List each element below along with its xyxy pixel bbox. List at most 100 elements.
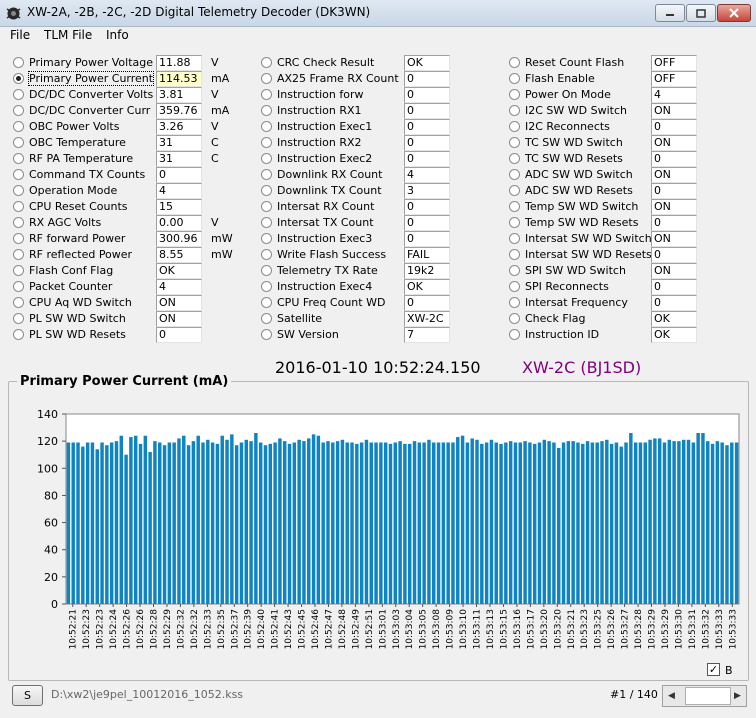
label-pl-sw-wd-switch[interactable]: PL SW WD Switch	[29, 312, 126, 325]
radio-primary-power-current[interactable]	[13, 73, 24, 84]
radio-instruction-id[interactable]	[509, 329, 520, 340]
radio-obc-temperature[interactable]	[13, 137, 24, 148]
label-instruction-exec1[interactable]: Instruction Exec1	[277, 120, 372, 133]
radio-i2c-sw-wd-switch[interactable]	[509, 105, 520, 116]
radio-obc-power-volts[interactable]	[13, 121, 24, 132]
label-i2c-sw-wd-switch[interactable]: I2C SW WD Switch	[525, 104, 627, 117]
radio-spi-sw-wd-switch[interactable]	[509, 265, 520, 276]
label-spi-sw-wd-switch[interactable]: SPI SW WD Switch	[525, 264, 626, 277]
label-obc-temperature[interactable]: OBC Temperature	[29, 136, 126, 149]
label-intersat-frequency[interactable]: Intersat Frequency	[525, 296, 628, 309]
radio-instruction-rx1[interactable]	[261, 105, 272, 116]
radio-check-flag[interactable]	[509, 313, 520, 324]
radio-command-tx-counts[interactable]	[13, 169, 24, 180]
radio-spi-reconnects[interactable]	[509, 281, 520, 292]
minimize-button[interactable]	[655, 4, 685, 22]
radio-cpu-reset-counts[interactable]	[13, 201, 24, 212]
radio-power-on-mode[interactable]	[509, 89, 520, 100]
label-primary-power-current[interactable]: Primary Power Current	[27, 71, 155, 86]
menu-info[interactable]: Info	[103, 28, 132, 42]
radio-pl-sw-wd-switch[interactable]	[13, 313, 24, 324]
menu-file[interactable]: File	[7, 28, 33, 42]
radio-instruction-forw[interactable]	[261, 89, 272, 100]
label-packet-counter[interactable]: Packet Counter	[29, 280, 112, 293]
label-temp-sw-wd-resets[interactable]: Temp SW WD Resets	[525, 216, 638, 229]
radio-downlink-rx-count[interactable]	[261, 169, 272, 180]
label-rf-pa-temperature[interactable]: RF PA Temperature	[29, 152, 133, 165]
label-instruction-rx1[interactable]: Instruction RX1	[277, 104, 362, 117]
radio-intersat-sw-wd-resets[interactable]	[509, 249, 520, 260]
radio-flash-conf-flag[interactable]	[13, 265, 24, 276]
label-sw-version[interactable]: SW Version	[277, 328, 339, 341]
radio-telemetry-tx-rate[interactable]	[261, 265, 272, 276]
radio-satellite[interactable]	[261, 313, 272, 324]
radio-instruction-exec1[interactable]	[261, 121, 272, 132]
radio-dc-dc-converter-curr[interactable]	[13, 105, 24, 116]
label-instruction-exec4[interactable]: Instruction Exec4	[277, 280, 372, 293]
label-adc-sw-wd-switch[interactable]: ADC SW WD Switch	[525, 168, 633, 181]
scroll-left-icon[interactable]: ◀	[663, 686, 680, 706]
radio-flash-enable[interactable]	[509, 73, 520, 84]
label-write-flash-success[interactable]: Write Flash Success	[277, 248, 386, 261]
label-crc-check-result[interactable]: CRC Check Result	[277, 56, 374, 69]
radio-adc-sw-wd-resets[interactable]	[509, 185, 520, 196]
label-ax25-frame-rx-count[interactable]: AX25 Frame RX Count	[277, 72, 399, 85]
label-rf-reflected-power[interactable]: RF reflected Power	[29, 248, 132, 261]
radio-downlink-tx-count[interactable]	[261, 185, 272, 196]
label-power-on-mode[interactable]: Power On Mode	[525, 88, 611, 101]
label-check-flag[interactable]: Check Flag	[525, 312, 585, 325]
radio-rf-forward-power[interactable]	[13, 233, 24, 244]
radio-cpu-freq-count-wd[interactable]	[261, 297, 272, 308]
radio-write-flash-success[interactable]	[261, 249, 272, 260]
label-temp-sw-wd-switch[interactable]: Temp SW WD Switch	[525, 200, 638, 213]
label-instruction-rx2[interactable]: Instruction RX2	[277, 136, 362, 149]
scroll-right-icon[interactable]: ▶	[729, 686, 746, 706]
label-rf-forward-power[interactable]: RF forward Power	[29, 232, 125, 245]
label-flash-conf-flag[interactable]: Flash Conf Flag	[29, 264, 113, 277]
label-rx-agc-volts[interactable]: RX AGC Volts	[29, 216, 101, 229]
radio-pl-sw-wd-resets[interactable]	[13, 329, 24, 340]
record-scrollbar[interactable]: ◀ ▶	[662, 685, 747, 707]
label-dc-dc-converter-volts[interactable]: DC/DC Converter Volts	[29, 88, 153, 101]
label-operation-mode[interactable]: Operation Mode	[29, 184, 117, 197]
label-reset-count-flash[interactable]: Reset Count Flash	[525, 56, 624, 69]
radio-crc-check-result[interactable]	[261, 57, 272, 68]
radio-ax25-frame-rx-count[interactable]	[261, 73, 272, 84]
radio-tc-sw-wd-resets[interactable]	[509, 153, 520, 164]
label-primary-power-voltage[interactable]: Primary Power Voltage	[29, 56, 153, 69]
radio-cpu-aq-wd-switch[interactable]	[13, 297, 24, 308]
label-tc-sw-wd-switch[interactable]: TC SW WD Switch	[525, 136, 623, 149]
label-cpu-reset-counts[interactable]: CPU Reset Counts	[29, 200, 127, 213]
label-obc-power-volts[interactable]: OBC Power Volts	[29, 120, 119, 133]
legend-checkbox[interactable]: ✓	[707, 663, 720, 676]
label-downlink-tx-count[interactable]: Downlink TX Count	[277, 184, 382, 197]
radio-reset-count-flash[interactable]	[509, 57, 520, 68]
label-intersat-tx-count[interactable]: Intersat TX Count	[277, 216, 374, 229]
radio-instruction-exec4[interactable]	[261, 281, 272, 292]
label-instruction-exec2[interactable]: Instruction Exec2	[277, 152, 372, 165]
radio-instruction-exec2[interactable]	[261, 153, 272, 164]
close-button[interactable]	[717, 4, 751, 22]
radio-sw-version[interactable]	[261, 329, 272, 340]
radio-rx-agc-volts[interactable]	[13, 217, 24, 228]
radio-intersat-rx-count[interactable]	[261, 201, 272, 212]
radio-rf-reflected-power[interactable]	[13, 249, 24, 260]
label-flash-enable[interactable]: Flash Enable	[525, 72, 595, 85]
label-cpu-aq-wd-switch[interactable]: CPU Aq WD Switch	[29, 296, 132, 309]
label-dc-dc-converter-curr[interactable]: DC/DC Converter Curr	[29, 104, 150, 117]
label-intersat-sw-wd-resets[interactable]: Intersat SW WD Resets	[525, 248, 652, 261]
label-cpu-freq-count-wd[interactable]: CPU Freq Count WD	[277, 296, 385, 309]
radio-i2c-reconnects[interactable]	[509, 121, 520, 132]
radio-rf-pa-temperature[interactable]	[13, 153, 24, 164]
label-downlink-rx-count[interactable]: Downlink RX Count	[277, 168, 382, 181]
radio-primary-power-voltage[interactable]	[13, 57, 24, 68]
radio-tc-sw-wd-switch[interactable]	[509, 137, 520, 148]
label-i2c-reconnects[interactable]: I2C Reconnects	[525, 120, 610, 133]
s-button[interactable]: S	[12, 685, 43, 706]
label-adc-sw-wd-resets[interactable]: ADC SW WD Resets	[525, 184, 633, 197]
label-instruction-exec3[interactable]: Instruction Exec3	[277, 232, 372, 245]
radio-intersat-tx-count[interactable]	[261, 217, 272, 228]
menu-tlm-file[interactable]: TLM File	[41, 28, 95, 42]
radio-temp-sw-wd-switch[interactable]	[509, 201, 520, 212]
radio-operation-mode[interactable]	[13, 185, 24, 196]
